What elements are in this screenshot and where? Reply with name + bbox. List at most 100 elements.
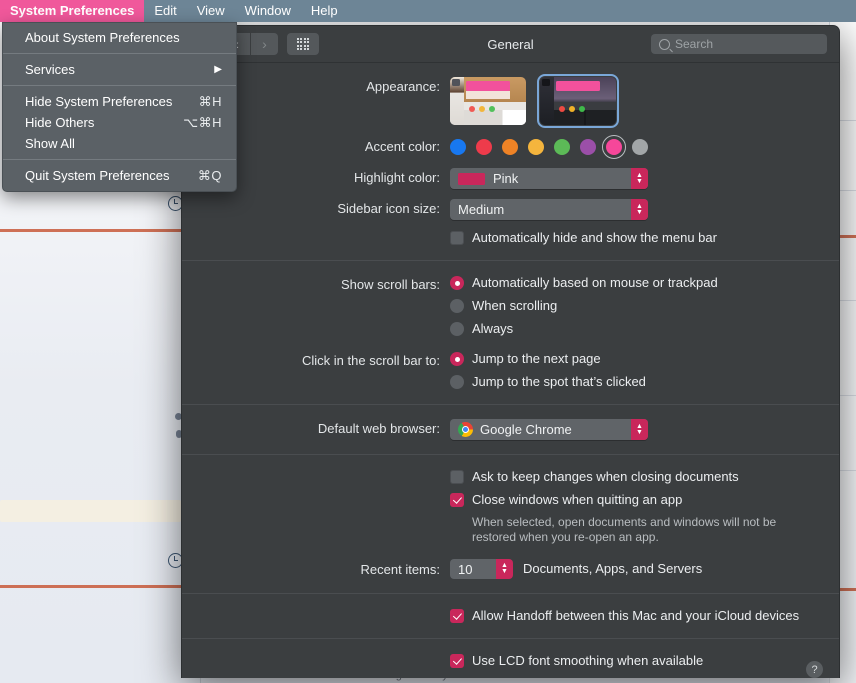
click-scroll-option-spot-clicked[interactable]: Jump to the spot that’s clicked — [450, 374, 817, 390]
default-browser-row: Default web browser: Google Chrome ▲ ▼ — [204, 419, 817, 440]
handoff-option[interactable]: Allow Handoff between this Mac and your … — [450, 608, 817, 624]
auto-hide-menu-bar-checkbox[interactable] — [450, 231, 464, 245]
highlight-color-chip — [458, 172, 485, 185]
click-scroll-radio-spot-clicked[interactable] — [450, 375, 464, 389]
chrome-icon — [458, 422, 473, 437]
click-scroll-label-spot-clicked: Jump to the spot that’s clicked — [472, 374, 646, 389]
accent-swatch-yellow[interactable] — [528, 138, 544, 155]
menu-item-services-label: Services — [25, 62, 75, 77]
default-browser-select[interactable]: Google Chrome ▲ ▼ — [450, 419, 648, 440]
menu-system-preferences[interactable]: System Preferences — [0, 0, 145, 22]
chevron-updown-icon[interactable]: ▲ ▼ — [496, 559, 513, 579]
scroll-bars-radio-when-scrolling[interactable] — [450, 299, 464, 313]
system-preferences-dropdown-menu: About System Preferences Services ▶ Hide… — [2, 22, 237, 192]
highlight-color-select[interactable]: Pink ▲ ▼ — [450, 168, 648, 189]
thumb-traffic-light — [452, 79, 460, 86]
menu-bar: System Preferences Edit View Window Help — [0, 0, 856, 22]
close-windows-hint: When selected, open documents and window… — [472, 515, 777, 544]
accent-swatch-purple[interactable] — [580, 138, 596, 155]
forward-button[interactable]: › — [251, 33, 278, 55]
grid-icon — [296, 37, 310, 51]
appearance-row: Appearance: — [204, 73, 817, 129]
accent-swatch-blue[interactable] — [450, 138, 466, 155]
close-windows-checkbox[interactable] — [450, 493, 464, 507]
thumb-secondary-bar — [466, 91, 510, 99]
auto-hide-menu-bar-option[interactable]: Automatically hide and show the menu bar — [450, 230, 817, 246]
handoff-group: Allow Handoff between this Mac and your … — [182, 593, 839, 638]
ask-keep-changes-option[interactable]: Ask to keep changes when closing documen… — [450, 469, 817, 485]
window-titlebar: ‹ › General Search — [182, 26, 839, 63]
show-scroll-bars-row: Show scroll bars: Automatically based on… — [204, 275, 817, 337]
scroll-bars-option-always[interactable]: Always — [450, 321, 817, 337]
highlight-color-value: Pink — [493, 171, 519, 186]
menu-item-about-label: About System Preferences — [25, 30, 180, 45]
submenu-arrow-icon: ▶ — [214, 64, 222, 75]
menu-separator — [3, 159, 236, 160]
accent-swatch-pink[interactable] — [602, 134, 626, 159]
scroll-bars-radio-automatic[interactable] — [450, 276, 464, 290]
menu-item-hide-others[interactable]: Hide Others ⌥⌘H — [3, 112, 236, 133]
sidebar-icon-size-select[interactable]: Medium ▲ ▼ — [450, 199, 648, 220]
appearance-option-light[interactable] — [450, 77, 526, 125]
menu-item-quit[interactable]: Quit System Preferences ⌘Q — [3, 165, 236, 186]
system-preferences-window: ‹ › General Search Appearance: — [181, 25, 840, 678]
general-preferences-pane: Appearance: Accent color: Highlight colo… — [182, 63, 839, 678]
lcd-smoothing-row: Use LCD font smoothing when available — [204, 653, 817, 669]
close-windows-option[interactable]: Close windows when quitting an app — [450, 492, 817, 508]
menu-item-hide-system-preferences[interactable]: Hide System Preferences ⌘H — [3, 91, 236, 112]
auto-hide-menu-bar-row: Automatically hide and show the menu bar — [204, 230, 817, 246]
menu-window[interactable]: Window — [235, 0, 301, 22]
menu-item-show-all[interactable]: Show All — [3, 133, 236, 154]
click-scroll-option-next-page[interactable]: Jump to the next page — [450, 351, 817, 367]
menu-item-hide-others-shortcut: ⌥⌘H — [183, 115, 222, 130]
appearance-option-dark[interactable] — [536, 73, 620, 129]
menu-help[interactable]: Help — [301, 0, 348, 22]
menu-item-hide-label: Hide System Preferences — [25, 94, 173, 109]
help-button[interactable]: ? — [806, 661, 823, 678]
scroll-bars-radio-always[interactable] — [450, 322, 464, 336]
font-smoothing-group: Use LCD font smoothing when available ? — [182, 638, 839, 678]
recent-items-row: Recent items: 10 ▲ ▼ Documents, Apps, and… — [204, 559, 817, 579]
search-placeholder: Search — [675, 37, 714, 51]
menu-item-services[interactable]: Services ▶ — [3, 59, 236, 80]
appearance-label: Appearance: — [366, 79, 440, 94]
appearance-options — [450, 73, 817, 129]
sidebar-icon-size-row: Sidebar icon size: Medium ▲ ▼ — [204, 199, 817, 220]
click-scroll-radio-next-page[interactable] — [450, 352, 464, 366]
accent-swatch-red[interactable] — [476, 138, 492, 155]
scroll-bars-option-when-scrolling[interactable]: When scrolling — [450, 298, 817, 314]
menu-item-hide-others-label: Hide Others — [25, 115, 95, 130]
lcd-smoothing-label: Use LCD font smoothing when available — [472, 653, 704, 668]
accent-swatch-graphite[interactable] — [632, 138, 648, 155]
menu-item-show-all-label: Show All — [25, 136, 75, 151]
search-field[interactable]: Search — [651, 34, 827, 54]
show-all-button[interactable] — [287, 33, 319, 55]
lcd-smoothing-checkbox[interactable] — [450, 654, 464, 668]
recent-items-stepper[interactable]: 10 ▲ ▼ Documents, Apps, and Servers — [450, 559, 817, 579]
handoff-row: Allow Handoff between this Mac and your … — [204, 608, 817, 624]
thumb-window-dots — [559, 106, 585, 112]
menu-separator — [3, 53, 236, 54]
scroll-bars-option-automatic[interactable]: Automatically based on mouse or trackpad — [450, 275, 817, 291]
thumb-accent-bar — [556, 81, 600, 91]
accent-swatch-orange[interactable] — [502, 138, 518, 155]
ask-keep-changes-checkbox[interactable] — [450, 470, 464, 484]
recent-items-value[interactable]: 10 — [450, 559, 496, 579]
thumb-accent-bar — [466, 81, 510, 91]
menu-item-about[interactable]: About System Preferences — [3, 27, 236, 48]
chevron-right-icon: › — [262, 36, 267, 52]
menu-edit[interactable]: Edit — [144, 0, 186, 22]
recent-items-label: Recent items: — [360, 561, 440, 577]
handoff-checkbox[interactable] — [450, 609, 464, 623]
chevron-updown-icon: ▲ ▼ — [631, 199, 648, 220]
background-divider-orange — [0, 229, 181, 232]
menu-view[interactable]: View — [187, 0, 235, 22]
menu-item-quit-shortcut: ⌘Q — [197, 168, 222, 183]
lcd-smoothing-option[interactable]: Use LCD font smoothing when available — [450, 653, 817, 669]
accent-swatch-green[interactable] — [554, 138, 570, 155]
sidebar-icon-size-label: Sidebar icon size: — [337, 201, 440, 216]
default-browser-value: Google Chrome — [480, 422, 572, 437]
sidebar-icon-size-value: Medium — [458, 202, 505, 217]
accent-color-swatches — [450, 134, 817, 159]
close-windows-label: Close windows when quitting an app — [472, 492, 683, 507]
